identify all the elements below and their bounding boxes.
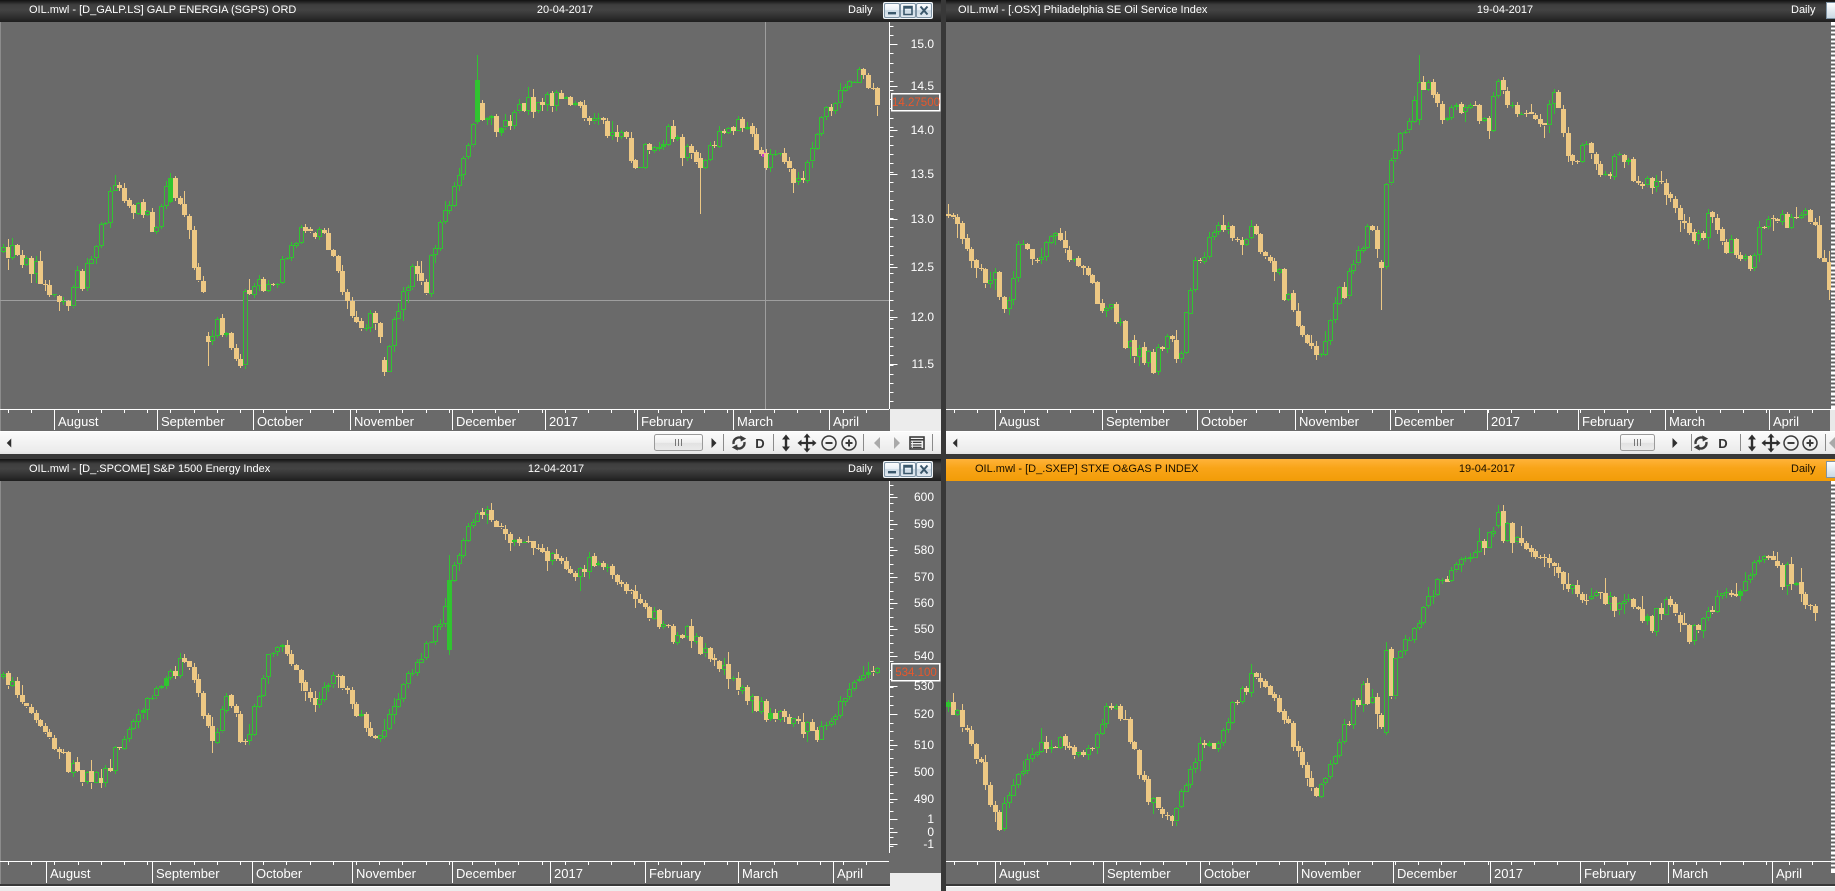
svg-text:August: August	[58, 414, 99, 429]
svg-text:March: March	[742, 866, 778, 881]
svg-text:2017: 2017	[554, 866, 583, 881]
svg-text:February: February	[649, 866, 702, 881]
svg-text:13.0: 13.0	[911, 212, 935, 226]
svg-text:600: 600	[914, 490, 934, 504]
svg-text:12.5: 12.5	[911, 260, 935, 274]
svg-text:2017: 2017	[1494, 866, 1523, 881]
svg-text:500: 500	[914, 765, 934, 779]
svg-text:December: December	[456, 866, 517, 881]
svg-text:March: March	[1672, 866, 1708, 881]
svg-text:August: August	[999, 414, 1040, 429]
svg-text:12.0: 12.0	[911, 310, 935, 324]
svg-text:14.0: 14.0	[911, 123, 935, 137]
svg-text:2017: 2017	[1491, 414, 1520, 429]
svg-text:534.100: 534.100	[895, 667, 937, 679]
svg-text:December: December	[1394, 414, 1455, 429]
svg-text:October: October	[1204, 866, 1251, 881]
svg-text:October: October	[257, 414, 304, 429]
svg-text:11.5: 11.5	[912, 357, 935, 371]
svg-text:560: 560	[914, 596, 934, 610]
svg-text:October: October	[1201, 414, 1248, 429]
svg-text:November: November	[354, 414, 415, 429]
svg-text:2017: 2017	[549, 414, 578, 429]
svg-text:August: August	[999, 866, 1040, 881]
svg-text:August: August	[50, 866, 91, 881]
svg-text:590: 590	[914, 517, 934, 531]
svg-text:1: 1	[927, 812, 934, 826]
svg-text:March: March	[1669, 414, 1705, 429]
svg-text:540: 540	[914, 649, 934, 663]
svg-text:September: September	[161, 414, 225, 429]
svg-text:April: April	[837, 866, 863, 881]
svg-text:December: December	[456, 414, 517, 429]
svg-text:490: 490	[914, 792, 934, 806]
svg-text:14.27500: 14.27500	[892, 97, 940, 109]
svg-text:April: April	[1773, 414, 1799, 429]
svg-text:March: March	[737, 414, 773, 429]
svg-text:September: September	[156, 866, 220, 881]
svg-text:13.5: 13.5	[911, 167, 935, 181]
svg-text:February: February	[641, 414, 694, 429]
svg-text:September: September	[1107, 866, 1171, 881]
svg-text:520: 520	[914, 707, 934, 721]
svg-text:April: April	[833, 414, 859, 429]
svg-text:-1: -1	[923, 837, 934, 851]
svg-text:February: February	[1582, 414, 1635, 429]
svg-text:December: December	[1397, 866, 1458, 881]
svg-text:November: November	[1301, 866, 1362, 881]
svg-text:580: 580	[914, 543, 934, 557]
svg-text:550: 550	[914, 622, 934, 636]
svg-text:November: November	[1299, 414, 1360, 429]
svg-text:October: October	[256, 866, 303, 881]
svg-text:15.0: 15.0	[911, 37, 935, 51]
svg-text:April: April	[1776, 866, 1802, 881]
svg-text:November: November	[356, 866, 417, 881]
svg-text:September: September	[1106, 414, 1170, 429]
svg-text:February: February	[1584, 866, 1637, 881]
svg-text:510: 510	[914, 738, 934, 752]
svg-text:570: 570	[914, 570, 934, 584]
svg-text:14.5: 14.5	[911, 79, 935, 93]
